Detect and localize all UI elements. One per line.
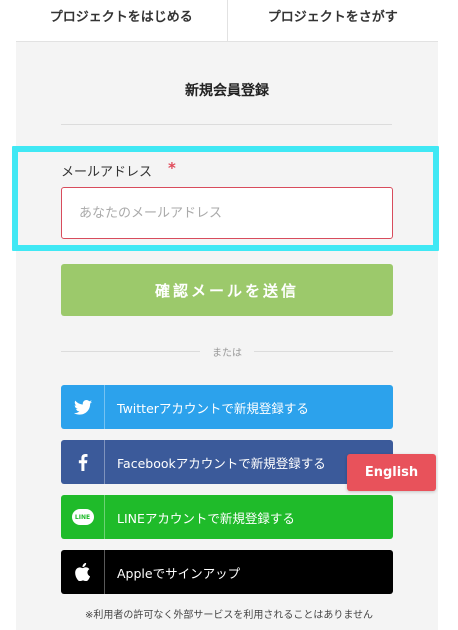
email-label: メールアドレス: [61, 165, 153, 180]
page-title: 新規会員登録: [185, 83, 269, 99]
send-confirmation-button[interactable]: 確認メールを送信: [61, 264, 393, 316]
title-divider: [61, 124, 392, 125]
separator-line-left: [61, 350, 200, 352]
twitter-signup-label: Twitterアカウントで新規登録する: [117, 400, 309, 416]
apple-signup-button[interactable]: Appleでサインアップ: [61, 550, 393, 594]
email-field[interactable]: [61, 187, 393, 239]
line-signup-label: LINEアカウントで新規登録する: [117, 510, 295, 526]
apple-icon: [61, 550, 105, 594]
signup-panel: 新規会員登録: [16, 42, 438, 630]
tab-start-project[interactable]: プロジェクトをはじめる: [16, 0, 227, 41]
privacy-footnote: ※利用者の許可なく外部サービスを利用されることはありません: [84, 610, 374, 621]
apple-signup-label: Appleでサインアップ: [117, 565, 241, 581]
english-language-button[interactable]: English: [347, 454, 436, 491]
facebook-signup-label: Facebookアカウントで新規登録する: [117, 455, 326, 471]
signup-page: プロジェクトをはじめる プロジェクトをさがす 新規会員登録 メールアドレス * …: [0, 0, 458, 630]
or-text: または: [212, 347, 242, 359]
top-nav: プロジェクトをはじめる プロジェクトをさがす: [16, 0, 438, 42]
line-icon: LINE: [61, 495, 105, 539]
line-badge: LINE: [71, 509, 94, 525]
facebook-icon: [61, 440, 105, 484]
line-signup-button[interactable]: LINE LINEアカウントで新規登録する: [61, 495, 393, 539]
twitter-icon: [61, 385, 105, 429]
or-separator: または: [61, 344, 393, 359]
separator-line-right: [254, 350, 393, 352]
twitter-signup-button[interactable]: Twitterアカウントで新規登録する: [61, 385, 393, 429]
tab-find-project[interactable]: プロジェクトをさがす: [226, 0, 439, 41]
required-mark: *: [168, 159, 176, 177]
facebook-signup-button[interactable]: Facebookアカウントで新規登録する: [61, 440, 393, 484]
